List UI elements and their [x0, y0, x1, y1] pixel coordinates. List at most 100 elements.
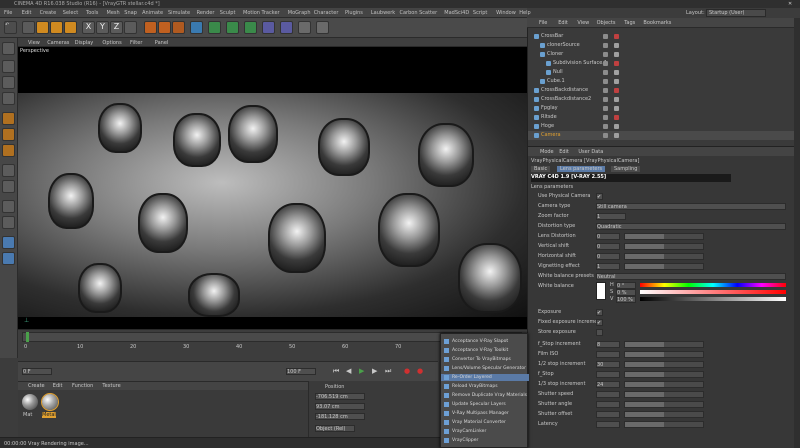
attribute-slider[interactable] [624, 411, 704, 418]
color-channel-field[interactable]: 0 % [616, 289, 636, 296]
go-end-icon[interactable]: ⏭ [385, 367, 391, 376]
enable-axis-icon[interactable] [2, 164, 15, 177]
undo-icon[interactable]: ↶ [4, 21, 17, 34]
tag-icon[interactable] [614, 133, 619, 138]
subdivision-icon[interactable] [226, 21, 239, 34]
viewport-menu-item[interactable]: Display [75, 40, 93, 46]
visibility-icon[interactable] [603, 88, 608, 93]
attribute-slider[interactable] [624, 421, 704, 428]
camera-icon[interactable] [298, 21, 311, 34]
attribute-number[interactable]: 0 [596, 253, 620, 260]
popup-menu-item[interactable]: Update Specular Layers [441, 401, 529, 408]
position-y-field[interactable]: 93.07 cm [315, 403, 365, 410]
color-channel-gradient[interactable] [640, 283, 786, 287]
model-mode-icon[interactable] [2, 60, 15, 73]
render-view-icon[interactable] [144, 21, 157, 34]
snap-icon[interactable] [2, 200, 15, 213]
floor-icon[interactable] [280, 21, 293, 34]
menu-item[interactable]: Sculpt [220, 10, 236, 16]
object-row[interactable]: Null [528, 68, 795, 77]
object-menu-item[interactable]: File [539, 20, 547, 26]
attribute-tab[interactable]: Sampling [611, 166, 641, 172]
viewport-menu-item[interactable]: View [28, 40, 40, 46]
points-mode-icon[interactable] [2, 112, 15, 125]
polygons-mode-icon[interactable] [2, 144, 15, 157]
menu-item[interactable]: Laubwerk [371, 10, 395, 16]
menu-item[interactable]: Render [197, 10, 215, 16]
popup-menu-item[interactable]: Vray Material Converter [441, 419, 529, 426]
scale-icon[interactable] [50, 21, 63, 34]
end-frame-field[interactable]: 100 F [286, 368, 316, 375]
attribute-number[interactable]: 8 [596, 341, 620, 348]
menu-item[interactable]: Character [314, 10, 339, 16]
make-editable-icon[interactable] [2, 42, 15, 55]
visibility-icon[interactable] [603, 43, 608, 48]
material-menu-item[interactable]: Texture [102, 383, 120, 389]
attribute-slider[interactable] [624, 381, 704, 388]
close-window-icon[interactable]: ✕ [788, 1, 792, 7]
attribute-slider[interactable] [624, 341, 704, 348]
attribute-number[interactable] [596, 421, 620, 428]
menu-item[interactable]: File [4, 10, 12, 16]
attribute-number[interactable]: 30 [596, 361, 620, 368]
position-x-field[interactable]: -706.519 cm [315, 393, 365, 400]
coord-mode-dropdown[interactable]: Object (Rel) [315, 425, 355, 432]
menu-item[interactable]: Carbon Scatter [400, 10, 438, 16]
object-row[interactable]: Fpglay [528, 104, 795, 113]
visibility-icon[interactable] [603, 115, 608, 120]
tag-icon[interactable] [614, 79, 619, 84]
array-icon[interactable] [244, 21, 257, 34]
cube-icon[interactable] [190, 21, 203, 34]
menu-item[interactable]: MoGraph [288, 10, 311, 16]
object-row[interactable]: CrossBackdistance2 [528, 95, 795, 104]
object-menu-item[interactable]: Bookmarks [643, 20, 671, 26]
menu-item[interactable]: Animate [142, 10, 163, 16]
object-menu-item[interactable]: Tags [624, 20, 635, 26]
material-menu-item[interactable]: Function [72, 383, 93, 389]
attribute-number[interactable] [596, 391, 620, 398]
tag-icon[interactable] [614, 43, 619, 48]
tag-icon[interactable] [614, 52, 619, 57]
attribute-dropdown[interactable]: Still camera [596, 203, 786, 210]
viewport-menu-item[interactable]: Panel [155, 40, 169, 46]
attribute-slider[interactable] [624, 401, 704, 408]
tag-icon[interactable] [614, 88, 619, 93]
object-row[interactable]: CrossBackdistance [528, 86, 795, 95]
visibility-icon[interactable] [603, 52, 608, 57]
object-row[interactable]: Hoge [528, 122, 795, 131]
tag-icon[interactable] [614, 97, 619, 102]
attribute-checkbox[interactable]: ✔ [596, 193, 603, 200]
attribute-slider[interactable] [624, 371, 704, 378]
viewport-menu-item[interactable]: Options [102, 40, 121, 46]
tweak-icon[interactable] [2, 180, 15, 193]
menu-item[interactable]: Edit [22, 10, 32, 16]
tag-icon[interactable] [614, 61, 619, 66]
popup-menu-item[interactable]: Convertor To VrayBitmaps [441, 356, 529, 363]
sculpt-icon[interactable] [2, 252, 15, 265]
prev-frame-icon[interactable]: ◀ [346, 367, 351, 375]
tag-icon[interactable] [614, 70, 619, 75]
record-icon[interactable]: ● [404, 367, 410, 375]
go-start-icon[interactable]: ⏮ [333, 367, 339, 376]
next-frame-icon[interactable]: ▶ [372, 367, 377, 375]
popup-menu-item[interactable]: Reload VrayBitmaps [441, 383, 529, 390]
light-icon[interactable] [316, 21, 329, 34]
attribute-checkbox[interactable]: ✔ [596, 319, 603, 326]
attribute-slider[interactable] [624, 391, 704, 398]
coord-system-icon[interactable] [124, 21, 137, 34]
timeline-cursor[interactable] [26, 332, 29, 342]
render-picture-icon[interactable] [158, 21, 171, 34]
render-settings-icon[interactable] [172, 21, 185, 34]
axis-z-icon[interactable]: Z [110, 21, 123, 34]
attribute-slider[interactable] [624, 351, 704, 358]
position-z-field[interactable]: -181.128 cm [315, 413, 365, 420]
select-icon[interactable] [22, 21, 35, 34]
attribute-checkbox[interactable]: ✔ [596, 309, 603, 316]
visibility-icon[interactable] [603, 79, 608, 84]
attribute-tab[interactable]: Basic [531, 166, 551, 172]
visibility-icon[interactable] [603, 124, 608, 129]
menu-item[interactable]: Tools [86, 10, 98, 16]
rotate-icon[interactable] [64, 21, 77, 34]
attribute-number[interactable]: 0 [596, 233, 620, 240]
attribute-number[interactable] [596, 371, 620, 378]
